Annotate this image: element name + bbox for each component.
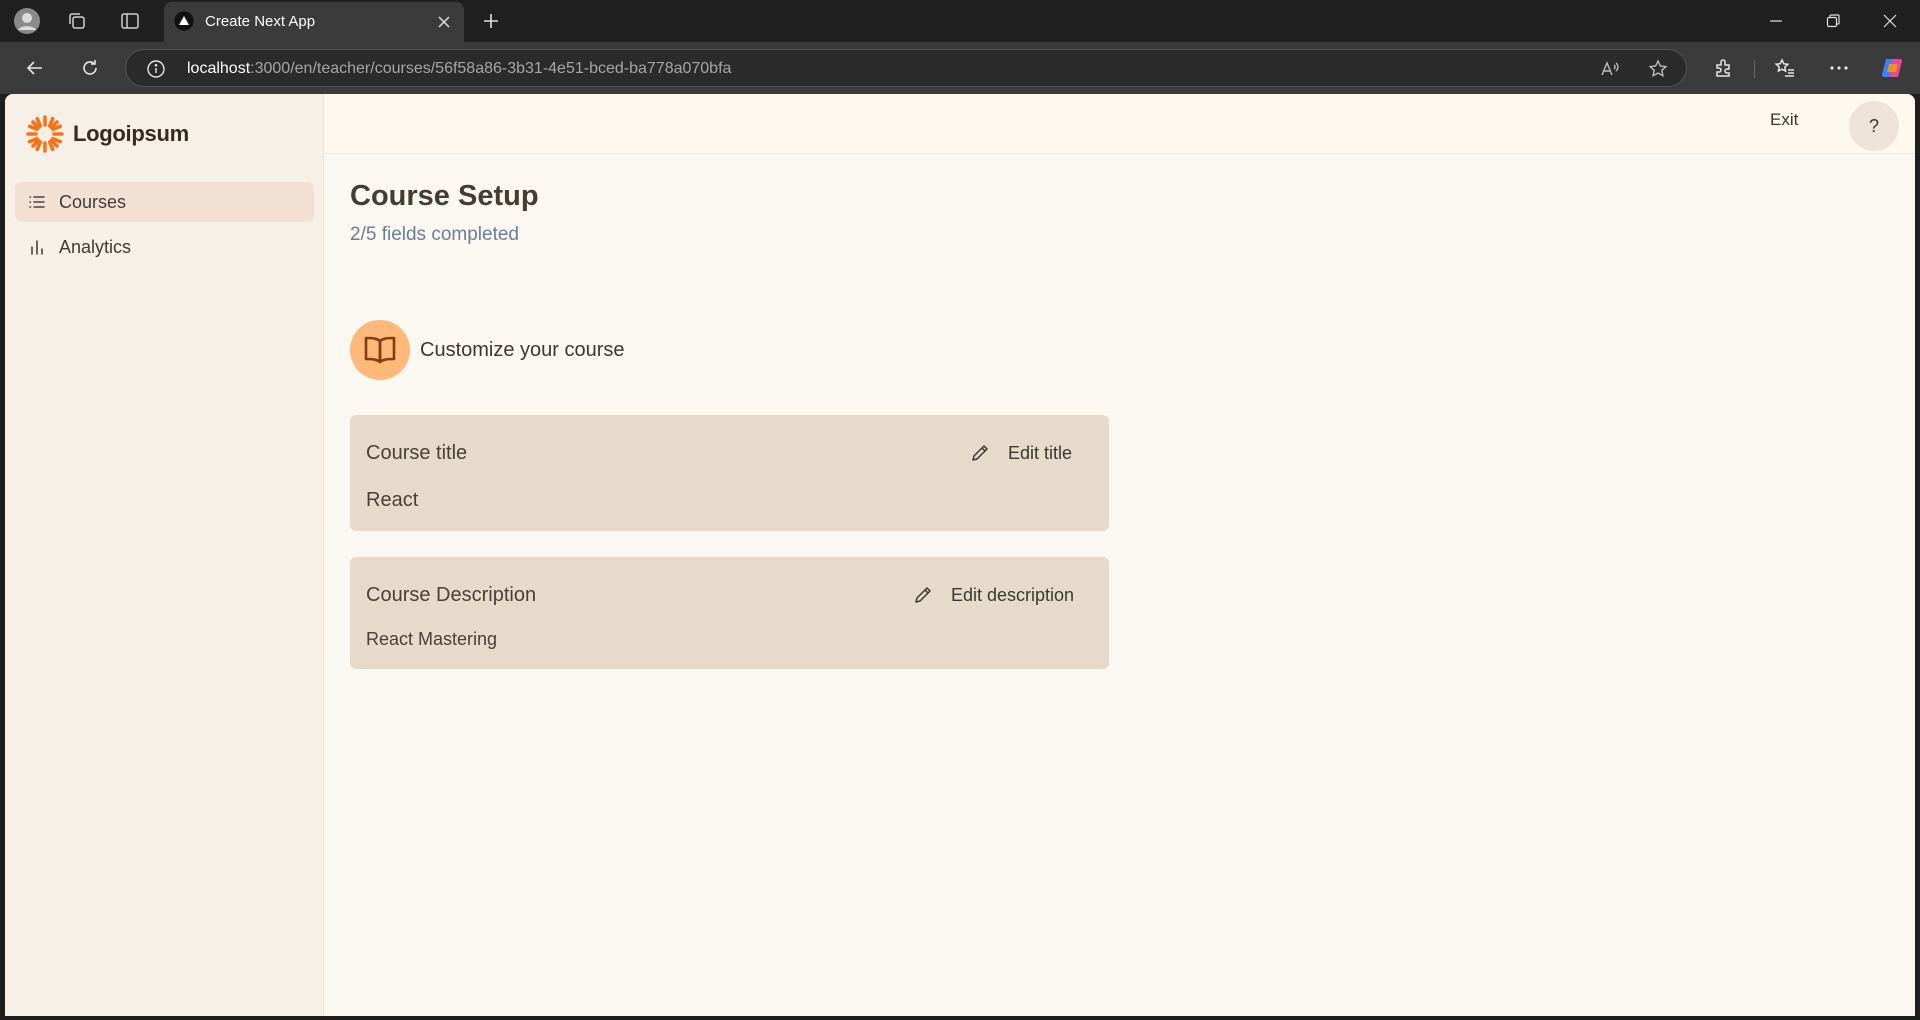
pencil-icon [911, 583, 935, 607]
restore-window-icon[interactable] [1805, 0, 1861, 42]
active-tab[interactable]: Create Next App [164, 2, 464, 42]
close-window-icon[interactable] [1862, 0, 1918, 42]
logo-sun-icon [26, 115, 64, 153]
book-open-icon [350, 320, 410, 380]
section-header: Customize your course [350, 320, 625, 380]
course-title-value: React [366, 489, 419, 511]
sidebar-item-label: Courses [59, 191, 127, 212]
help-button[interactable]: ? [1849, 101, 1899, 151]
help-label: ? [1868, 115, 1879, 136]
vertical-tabs-icon[interactable] [115, 6, 145, 36]
edit-title-button[interactable]: Edit title [968, 441, 1072, 465]
card-label: Course title [366, 442, 468, 464]
sidebar: Logoipsum Courses Analytics [5, 94, 324, 1016]
address-bar[interactable]: localhost:3000/en/teacher/courses/56f58a… [125, 49, 1687, 87]
close-tab-icon[interactable] [434, 12, 454, 32]
url-host: localhost [187, 60, 251, 77]
course-title-card: Course title Edit title React [350, 415, 1109, 531]
main-content: Course Setup 2/5 fields completed Custom… [350, 180, 1150, 669]
profile-icon[interactable] [12, 6, 42, 36]
card-label: Course Description [366, 584, 537, 606]
workspaces-icon[interactable] [62, 6, 92, 36]
browser-tab-strip: Create Next App [0, 0, 1920, 42]
course-description-value: React Mastering [366, 629, 498, 649]
edit-title-label: Edit title [1008, 442, 1073, 463]
url-path: :3000/en/teacher/courses/56f58a86-3b31-4… [250, 60, 732, 77]
favorite-star-icon[interactable] [1647, 58, 1669, 80]
copilot-icon[interactable] [1878, 53, 1908, 83]
bar-chart-icon [27, 237, 47, 257]
sidebar-item-label: Analytics [59, 236, 132, 257]
sidebar-item-courses[interactable]: Courses [15, 182, 314, 222]
read-aloud-icon[interactable] [1598, 58, 1620, 80]
more-menu-icon[interactable] [1824, 53, 1854, 83]
nextjs-favicon-icon [174, 11, 194, 31]
toolbar-divider [1754, 60, 1755, 78]
course-description-card: Course Description Edit description Reac… [350, 557, 1109, 669]
page-title: Course Setup [350, 180, 539, 212]
browser-toolbar: localhost:3000/en/teacher/courses/56f58a… [0, 42, 1920, 94]
extensions-icon[interactable] [1709, 53, 1739, 83]
logo-text: Logoipsum [73, 121, 189, 146]
back-arrow-icon[interactable] [19, 52, 51, 84]
logo[interactable]: Logoipsum [25, 114, 189, 154]
new-tab-icon[interactable] [476, 6, 506, 36]
sidebar-item-analytics[interactable]: Analytics [15, 227, 314, 267]
favorites-icon[interactable] [1770, 53, 1800, 83]
pencil-icon [968, 441, 992, 465]
list-icon [27, 192, 47, 212]
section-title: Customize your course [420, 338, 625, 361]
minimize-window-icon[interactable] [1748, 0, 1804, 42]
edit-description-button[interactable]: Edit description [911, 583, 1074, 607]
refresh-icon[interactable] [74, 52, 106, 84]
edit-description-label: Edit description [951, 584, 1075, 605]
web-page: Logoipsum Courses Analytics Exit ? Cours… [5, 94, 1915, 1016]
url-text[interactable]: localhost:3000/en/teacher/courses/56f58a… [187, 60, 731, 78]
completion-progress: 2/5 fields completed [350, 224, 519, 245]
exit-button[interactable]: Exit [1770, 110, 1798, 130]
site-info-icon[interactable] [146, 59, 166, 79]
top-bar: Exit ? [325, 94, 1915, 154]
tab-title: Create Next App [205, 13, 316, 30]
